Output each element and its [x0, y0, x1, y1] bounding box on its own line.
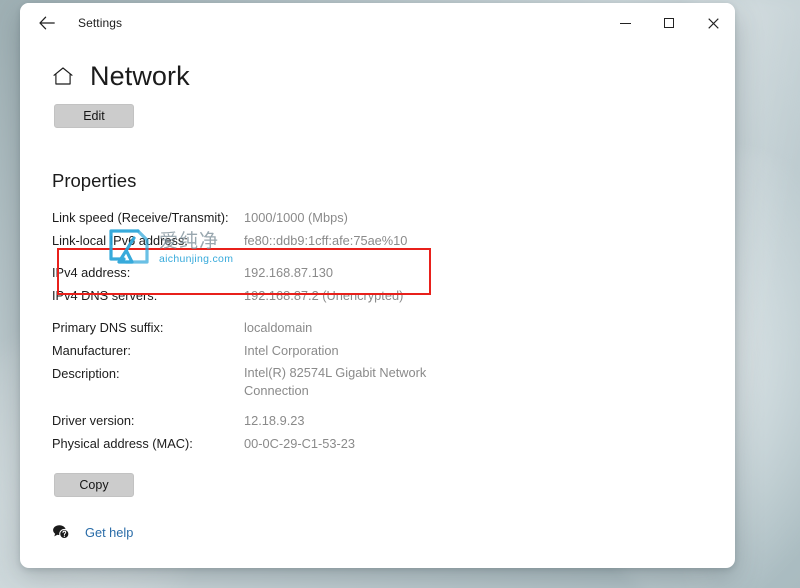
property-value: Intel Corporation	[244, 343, 339, 358]
page-header: Network	[52, 61, 703, 92]
title-bar: Settings	[20, 3, 735, 43]
close-icon	[707, 17, 719, 29]
page-content: Network Edit Properties Link speed (Rece…	[20, 61, 735, 497]
property-value: 12.18.9.23	[244, 413, 305, 428]
property-row-ipv4-address: IPv4 address: 192.168.87.130	[52, 261, 703, 284]
copy-button[interactable]: Copy	[54, 473, 134, 497]
home-icon	[52, 66, 74, 87]
property-label: Driver version:	[52, 413, 135, 428]
property-label: Manufacturer:	[52, 343, 131, 358]
property-row-ipv4-dns-servers: IPv4 DNS servers: 192.168.87.2 (Unencryp…	[52, 284, 703, 307]
property-label: IPv4 DNS servers:	[52, 288, 158, 303]
section-title-properties: Properties	[52, 170, 137, 191]
settings-window: Settings Network Edit Properties Link sp…	[20, 3, 735, 568]
property-value: fe80::ddb9:1cff:afe:75ae%10	[244, 233, 408, 248]
back-button[interactable]	[30, 8, 64, 38]
app-title: Settings	[78, 16, 123, 30]
property-row-physical-address: Physical address (MAC): 00-0C-29-C1-53-2…	[52, 432, 703, 455]
property-label: Description:	[52, 366, 120, 381]
properties-list: Link speed (Receive/Transmit): 1000/1000…	[52, 206, 703, 455]
property-value: 1000/1000 (Mbps)	[244, 210, 348, 225]
get-help-label: Get help	[85, 524, 134, 540]
help-bubble-icon	[52, 524, 70, 540]
property-label: Primary DNS suffix:	[52, 320, 164, 335]
property-label: Physical address (MAC):	[52, 436, 193, 451]
property-label: Link speed (Receive/Transmit):	[52, 210, 229, 225]
property-label: Link-local IPv6 address:	[52, 233, 188, 248]
property-label: IPv4 address:	[52, 265, 131, 280]
maximize-icon	[664, 18, 674, 28]
property-row-link-speed: Link speed (Receive/Transmit): 1000/1000…	[52, 206, 703, 229]
property-value: 00-0C-29-C1-53-23	[244, 436, 355, 451]
minimize-button[interactable]	[603, 3, 647, 43]
minimize-icon	[619, 22, 631, 24]
back-arrow-icon	[39, 16, 55, 30]
property-value: Intel(R) 82574L Gigabit Network Connecti…	[244, 365, 427, 398]
property-value: localdomain	[244, 320, 313, 335]
property-row-manufacturer: Manufacturer: Intel Corporation	[52, 339, 703, 362]
property-row-link-local-ipv6: Link-local IPv6 address: fe80::ddb9:1cff…	[52, 229, 703, 252]
property-value: 192.168.87.2 (Unencrypted)	[244, 288, 404, 303]
property-value: 192.168.87.130	[244, 265, 333, 280]
property-row-driver-version: Driver version: 12.18.9.23	[52, 409, 703, 432]
maximize-button[interactable]	[647, 3, 691, 43]
property-row-primary-dns-suffix: Primary DNS suffix: localdomain	[52, 316, 703, 339]
close-button[interactable]	[691, 3, 735, 43]
property-row-description: Description: Intel(R) 82574L Gigabit Net…	[52, 362, 703, 400]
window-controls	[603, 3, 735, 43]
get-help-link[interactable]: Get help	[52, 524, 133, 540]
page-title: Network	[90, 61, 190, 91]
edit-button[interactable]: Edit	[54, 104, 134, 128]
